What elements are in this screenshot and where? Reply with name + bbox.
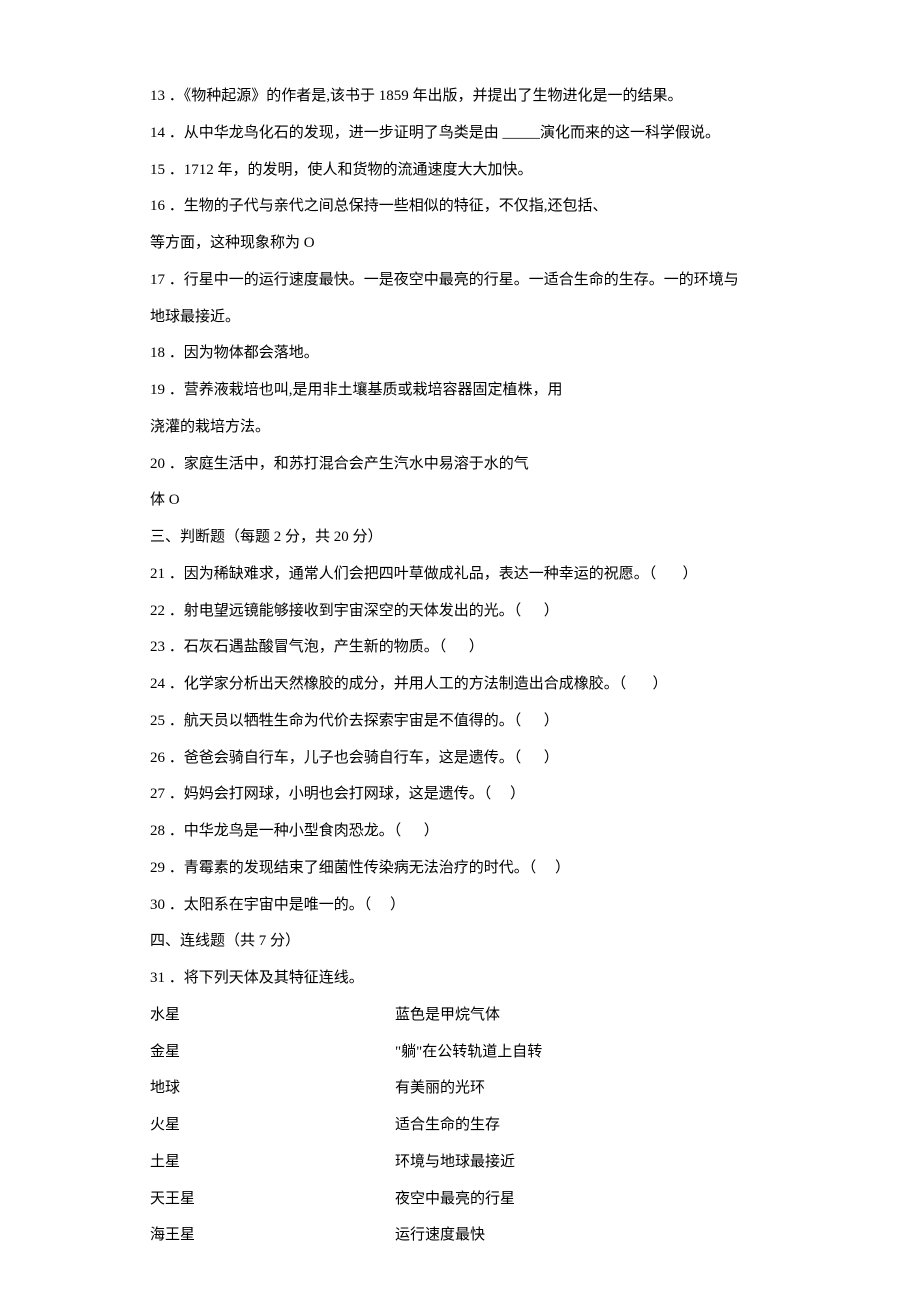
match-row: 金星 "躺"在公转轨道上自转 [150,1034,770,1071]
match-left: 海王星 [150,1217,395,1254]
question-28: 28 ．中华龙鸟是一种小型食肉恐龙。（ ） [150,813,770,850]
question-29: 29 ．青霉素的发现结束了细菌性传染病无法治疗的时代。（ ） [150,850,770,887]
question-16-cont: 等方面，这种现象称为 O [150,225,770,262]
match-left: 金星 [150,1034,395,1071]
question-18: 18 ．因为物体都会落地。 [150,335,770,372]
question-21: 21 ．因为稀缺难求，通常人们会把四叶草做成礼品，表达一种幸运的祝愿。（ ） [150,556,770,593]
match-left: 水星 [150,997,395,1034]
match-left: 火星 [150,1107,395,1144]
question-23: 23 ．石灰石遇盐酸冒气泡，产生新的物质。（ ） [150,629,770,666]
question-17: 17 ．行星中一的运行速度最快。一是夜空中最亮的行星。一适合生命的生存。一的环境… [150,262,770,299]
match-right: 蓝色是甲烷气体 [395,997,770,1034]
match-right: 环境与地球最接近 [395,1144,770,1181]
question-13: 13 ．《物种起源》的作者是,该书于 1859 年出版，并提出了生物进化是一的结… [150,78,770,115]
question-24: 24 ．化学家分析出天然橡胶的成分，并用人工的方法制造出合成橡胶。（ ） [150,666,770,703]
match-left: 地球 [150,1070,395,1107]
question-20: 20 ．家庭生活中，和苏打混合会产生汽水中易溶于水的气 [150,446,770,483]
question-14: 14 ．从中华龙鸟化石的发现，进一步证明了鸟类是由 _____演化而来的这一科学… [150,115,770,152]
question-19: 19 ．营养液栽培也叫,是用非土壤基质或栽培容器固定植株，用 [150,372,770,409]
question-27: 27 ．妈妈会打网球，小明也会打网球，这是遗传。（ ） [150,776,770,813]
question-19-cont: 浇灌的栽培方法。 [150,409,770,446]
question-20-cont: 体 O [150,482,770,519]
question-26: 26 ．爸爸会骑自行车，儿子也会骑自行车，这是遗传。（ ） [150,740,770,777]
question-30: 30 ．太阳系在宇宙中是唯一的。（ ） [150,887,770,924]
match-left: 土星 [150,1144,395,1181]
match-right: 夜空中最亮的行星 [395,1181,770,1218]
match-right: "躺"在公转轨道上自转 [395,1034,770,1071]
match-row: 海王星 运行速度最快 [150,1217,770,1254]
question-17-cont: 地球最接近。 [150,299,770,336]
match-row: 火星 适合生命的生存 [150,1107,770,1144]
match-left: 天王星 [150,1181,395,1218]
question-16: 16 ．生物的子代与亲代之间总保持一些相似的特征，不仅指,还包括、 [150,188,770,225]
match-right: 有美丽的光环 [395,1070,770,1107]
question-15: 15 ．1712 年，的发明，使人和货物的流通速度大大加快。 [150,152,770,189]
match-right: 运行速度最快 [395,1217,770,1254]
match-row: 土星 环境与地球最接近 [150,1144,770,1181]
section-3-header: 三、判断题（每题 2 分，共 20 分） [150,519,770,556]
question-22: 22 ．射电望远镜能够接收到宇宙深空的天体发出的光。（ ） [150,593,770,630]
question-31: 31 ．将下列天体及其特征连线。 [150,960,770,997]
question-25: 25 ．航天员以牺牲生命为代价去探索宇宙是不值得的。（ ） [150,703,770,740]
match-right: 适合生命的生存 [395,1107,770,1144]
match-row: 地球 有美丽的光环 [150,1070,770,1107]
match-row: 天王星 夜空中最亮的行星 [150,1181,770,1218]
section-4-header: 四、连线题（共 7 分） [150,923,770,960]
match-row: 水星 蓝色是甲烷气体 [150,997,770,1034]
